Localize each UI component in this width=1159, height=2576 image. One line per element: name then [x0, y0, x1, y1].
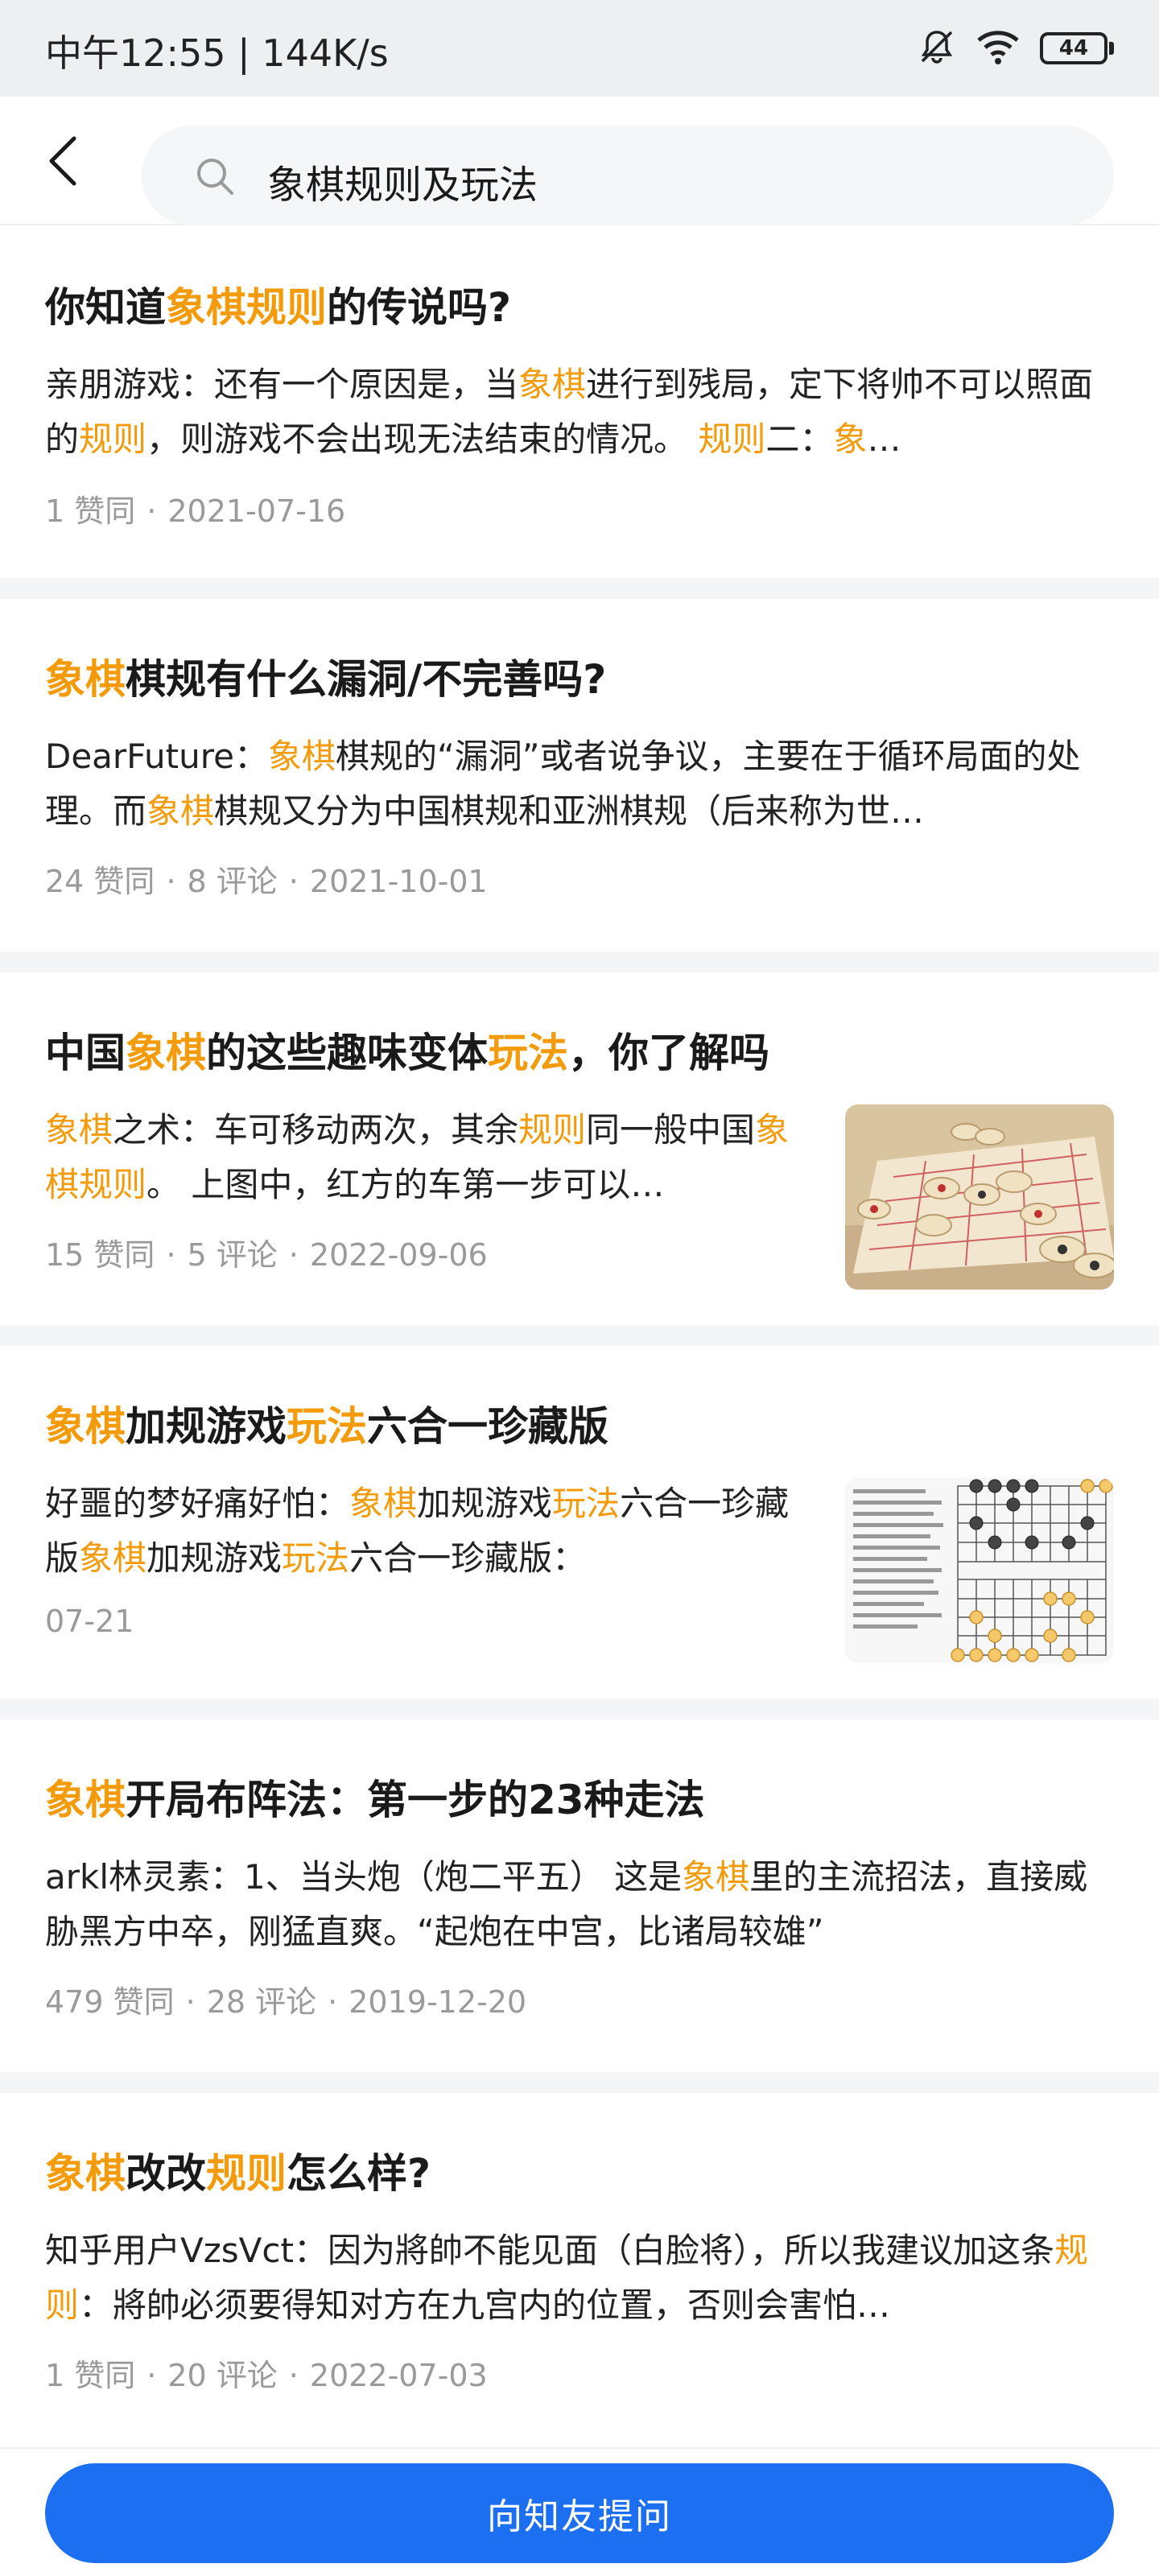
comment-count: 28 评论 — [206, 1984, 317, 2020]
like-count: 15 赞同 — [45, 1237, 155, 1273]
chess-diagram[interactable] — [845, 1478, 1114, 1663]
result-meta: 07-21 — [45, 1604, 134, 1639]
result-excerpt: 亲朋游戏：还有一个原因是，当象棋进行到残局，定下将帅不可以照面的规则，则游戏不会… — [45, 365, 1094, 459]
search-header: 象棋规则及玩法 — [0, 97, 1159, 225]
result-excerpt: 象棋之术：车可移动两次，其余规则同一般中国象棋规则。 上图中，红方的车第一步可以… — [45, 1110, 790, 1204]
search-query: 象棋规则及玩法 — [267, 163, 538, 208]
result-excerpt: arkl林灵素：1、当头炮（炮二平五） 这是象棋里的主流招法，直接威胁黑方中卒，… — [45, 1857, 1088, 1951]
ask-friends-button[interactable]: 向知友提问 — [45, 2463, 1114, 2563]
result-card[interactable]: 象棋开局布阵法：第一步的23种走法 arkl林灵素：1、当头炮（炮二平五） 这是… — [0, 1719, 1159, 2093]
battery-icon: 44 — [1040, 32, 1114, 64]
search-icon — [197, 159, 233, 195]
result-excerpt: 知乎用户VzsVct：因为將帥不能见面（白脸将），所以我建议加这条规则：將帥必须… — [45, 2231, 1088, 2325]
back-arrow-icon — [49, 136, 76, 186]
result-card[interactable]: 象棋改改规则怎么样? 知乎用户VzsVct：因为將帥不能见面（白脸将），所以我建… — [0, 2093, 1159, 2431]
result-meta: 1 赞同 · 2021-07-16 — [45, 493, 346, 529]
result-excerpt: DearFuture：象棋棋规的“漏洞”或者说争议，主要在于循环局面的处理。而象… — [45, 737, 1081, 831]
post-date: 2022-09-06 — [309, 1237, 488, 1273]
like-count: 24 赞同 — [45, 864, 155, 899]
status-bar: 中午12:55 | 144K/s 44 — [0, 0, 1159, 97]
result-title[interactable]: 中国象棋的这些趣味变体玩法，你了解吗 — [45, 1021, 769, 1079]
post-date: 2022-07-03 — [309, 2358, 488, 2393]
post-date: 07-21 — [45, 1604, 134, 1639]
result-title[interactable]: 象棋改改规则怎么样? — [45, 2141, 431, 2199]
search-results: 你知道象棋规则的传说吗? 亲朋游戏：还有一个原因是，当象棋进行到残局，定下将帅不… — [0, 227, 1159, 2431]
comment-count: 8 评论 — [187, 864, 278, 899]
result-meta: 1 赞同 · 20 评论 · 2022-07-03 — [45, 2358, 488, 2393]
result-card[interactable]: 你知道象棋规则的传说吗? 亲朋游戏：还有一个原因是，当象棋进行到残局，定下将帅不… — [0, 227, 1159, 599]
result-excerpt: 好噩的梦好痛好怕：象棋加规游戏玩法六合一珍藏版象棋加规游戏玩法六合一珍藏版： — [45, 1484, 790, 1578]
result-title[interactable]: 象棋开局布阵法：第一步的23种走法 — [45, 1768, 705, 1826]
like-count: 1 赞同 — [45, 493, 136, 529]
wifi-icon — [975, 27, 1021, 69]
like-count: 479 赞同 — [45, 1984, 175, 2020]
result-title[interactable]: 象棋加规游戏玩法六合一珍藏版 — [45, 1394, 608, 1452]
status-icons: 44 — [918, 27, 1114, 69]
mute-bell-icon — [918, 27, 956, 69]
result-card[interactable]: 象棋加规游戏玩法六合一珍藏版 好噩的梦好痛好怕：象棋加规游戏玩法六合一珍藏版象棋… — [0, 1346, 1159, 1719]
battery-level: 44 — [1040, 32, 1107, 64]
comment-count: 20 评论 — [167, 2358, 278, 2393]
result-title[interactable]: 象棋棋规有什么漏洞/不完善吗? — [45, 647, 606, 705]
result-meta: 24 赞同 · 8 评论 · 2021-10-01 — [45, 864, 488, 899]
post-date: 2019-12-20 — [349, 1984, 527, 2020]
result-title[interactable]: 你知道象棋规则的传说吗? — [45, 275, 511, 333]
result-meta: 479 赞同 · 28 评论 · 2019-12-20 — [45, 1984, 527, 2020]
result-card[interactable]: 象棋棋规有什么漏洞/不完善吗? DearFuture：象棋棋规的“漏洞”或者说争… — [0, 599, 1159, 972]
search-input[interactable]: 象棋规则及玩法 — [142, 126, 1114, 225]
status-time: 中午12:55 | 144K/s — [45, 31, 389, 75]
result-card[interactable]: 中国象棋的这些趣味变体玩法，你了解吗 象棋之术：车可移动两次，其余规则同一般中国… — [0, 972, 1159, 1346]
result-meta: 15 赞同 · 5 评论 · 2022-09-06 — [45, 1237, 488, 1273]
back-button[interactable] — [37, 132, 89, 190]
bottom-bar: 向知友提问 — [0, 2447, 1159, 2576]
chess-board-photo[interactable] — [845, 1104, 1114, 1290]
like-count: 1 赞同 — [45, 2358, 136, 2393]
comment-count: 5 评论 — [187, 1237, 278, 1273]
post-date: 2021-10-01 — [309, 864, 488, 899]
post-date: 2021-07-16 — [167, 493, 346, 529]
